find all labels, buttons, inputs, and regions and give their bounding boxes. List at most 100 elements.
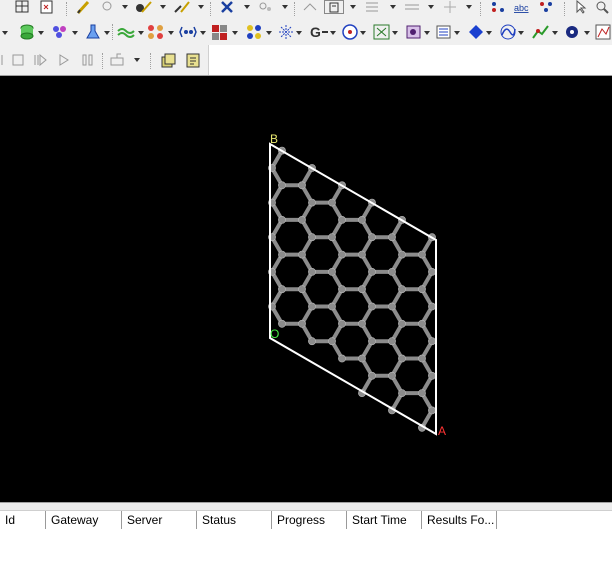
- circle-tool-icon[interactable]: [98, 0, 116, 14]
- carbon-atom: [298, 319, 306, 328]
- chevron-down-icon[interactable]: [392, 31, 398, 35]
- align-icon[interactable]: [362, 0, 382, 14]
- chevron-down-icon[interactable]: [244, 5, 250, 9]
- chevron-down-icon[interactable]: [104, 31, 110, 35]
- chevron-down-icon[interactable]: [232, 31, 238, 35]
- compass-icon[interactable]: [340, 23, 360, 41]
- play-icon[interactable]: [56, 53, 72, 67]
- column-header-results-folder[interactable]: Results Fo...: [422, 511, 497, 529]
- move-icon[interactable]: [440, 0, 460, 14]
- carbon-atom: [368, 337, 376, 346]
- abc-label-icon[interactable]: abc: [512, 0, 534, 14]
- analysis-icon[interactable]: [594, 23, 612, 41]
- sphere-icon[interactable]: [562, 23, 582, 41]
- chevron-down-icon[interactable]: [134, 58, 140, 62]
- chevron-down-icon[interactable]: [454, 31, 460, 35]
- chevron-down-icon[interactable]: [72, 31, 78, 35]
- column-header-id[interactable]: Id: [0, 511, 46, 529]
- link-icon[interactable]: [178, 23, 198, 41]
- cluster-icon[interactable]: [244, 23, 266, 41]
- chevron-down-icon[interactable]: [198, 5, 204, 9]
- chevron-down-icon[interactable]: [296, 31, 302, 35]
- chevron-down-icon[interactable]: [2, 31, 8, 35]
- pause-icon[interactable]: [80, 53, 96, 67]
- document-export-icon[interactable]: [38, 0, 56, 14]
- chevron-down-icon[interactable]: [466, 5, 472, 9]
- chevron-down-icon[interactable]: [138, 31, 144, 35]
- column-header-progress[interactable]: Progress: [272, 511, 347, 529]
- chevron-down-icon[interactable]: [168, 31, 174, 35]
- chevron-down-icon[interactable]: [330, 31, 336, 35]
- ring-icon[interactable]: [256, 0, 276, 14]
- toolbar-separator: [102, 53, 103, 69]
- select-cross-icon[interactable]: [218, 0, 238, 14]
- carbon-atom: [358, 250, 366, 259]
- column-header-server[interactable]: Server: [122, 511, 197, 529]
- carbon-atom: [338, 354, 346, 363]
- carbon-atom: [428, 302, 436, 311]
- pointer-icon[interactable]: [572, 0, 590, 14]
- bond-pencil-icon[interactable]: [172, 0, 192, 14]
- chevron-down-icon[interactable]: [38, 31, 44, 35]
- lattice-label-b: B: [270, 132, 278, 146]
- chevron-down-icon[interactable]: [200, 31, 206, 35]
- layer-icon[interactable]: [434, 23, 454, 41]
- wave-icon[interactable]: [116, 23, 138, 41]
- surface-icon[interactable]: [372, 23, 392, 41]
- clean-icon[interactable]: [300, 0, 320, 14]
- carbon-atom: [328, 337, 336, 346]
- carbon-atom: [398, 319, 406, 328]
- carbon-atom: [428, 371, 436, 380]
- chevron-down-icon[interactable]: [552, 31, 558, 35]
- graph-icon[interactable]: G: [308, 23, 330, 41]
- carbon-atom: [368, 371, 376, 380]
- column-header-gateway[interactable]: Gateway: [46, 511, 122, 529]
- cylinder-icon[interactable]: [18, 23, 36, 41]
- molecule-icon[interactable]: [50, 23, 70, 41]
- diamond-icon[interactable]: [466, 23, 486, 41]
- column-header-start-time[interactable]: Start Time: [347, 511, 422, 529]
- last-frame-icon[interactable]: [32, 53, 48, 67]
- script-icon[interactable]: [184, 52, 202, 68]
- chevron-down-icon[interactable]: [584, 31, 590, 35]
- chevron-down-icon[interactable]: [360, 31, 366, 35]
- atom-pencil-icon[interactable]: [134, 0, 154, 14]
- chevron-down-icon[interactable]: [350, 5, 356, 9]
- symmetry-icon[interactable]: [488, 0, 508, 14]
- text-box-icon[interactable]: [324, 0, 344, 14]
- supercell-icon[interactable]: [210, 23, 230, 41]
- toolbar-separator: [210, 2, 211, 16]
- chevron-down-icon[interactable]: [122, 5, 128, 9]
- stack-icon[interactable]: [160, 52, 178, 68]
- sparkle-icon[interactable]: [276, 23, 296, 41]
- stop-icon[interactable]: [10, 53, 26, 67]
- carbon-atom: [428, 267, 436, 276]
- chevron-down-icon[interactable]: [424, 31, 430, 35]
- chevron-down-icon[interactable]: [266, 31, 272, 35]
- search-icon[interactable]: [594, 0, 612, 14]
- carbon-atom: [278, 181, 286, 190]
- curve-icon[interactable]: [498, 23, 518, 41]
- carbon-atom: [308, 198, 316, 207]
- layout-icon[interactable]: [14, 0, 30, 14]
- chevron-down-icon[interactable]: [428, 5, 434, 9]
- toolbar-separator: [150, 53, 151, 69]
- color-atoms-icon[interactable]: [536, 0, 556, 14]
- export-frame-icon[interactable]: [108, 53, 130, 67]
- chevron-down-icon[interactable]: [160, 5, 166, 9]
- grid-icon[interactable]: [402, 0, 422, 14]
- crystal-icon[interactable]: [146, 23, 166, 41]
- structure-viewport[interactable]: B O A: [0, 76, 612, 502]
- chart-icon[interactable]: [530, 23, 552, 41]
- chevron-down-icon[interactable]: [390, 5, 396, 9]
- chevron-down-icon[interactable]: [282, 5, 288, 9]
- carbon-atom: [278, 285, 286, 294]
- first-frame-icon[interactable]: [0, 53, 10, 67]
- cage-icon[interactable]: [404, 23, 424, 41]
- flask-icon[interactable]: [84, 23, 102, 41]
- pencil-icon[interactable]: [74, 0, 92, 14]
- carbon-atom: [278, 250, 286, 259]
- chevron-down-icon[interactable]: [486, 31, 492, 35]
- chevron-down-icon[interactable]: [518, 31, 524, 35]
- column-header-status[interactable]: Status: [197, 511, 272, 529]
